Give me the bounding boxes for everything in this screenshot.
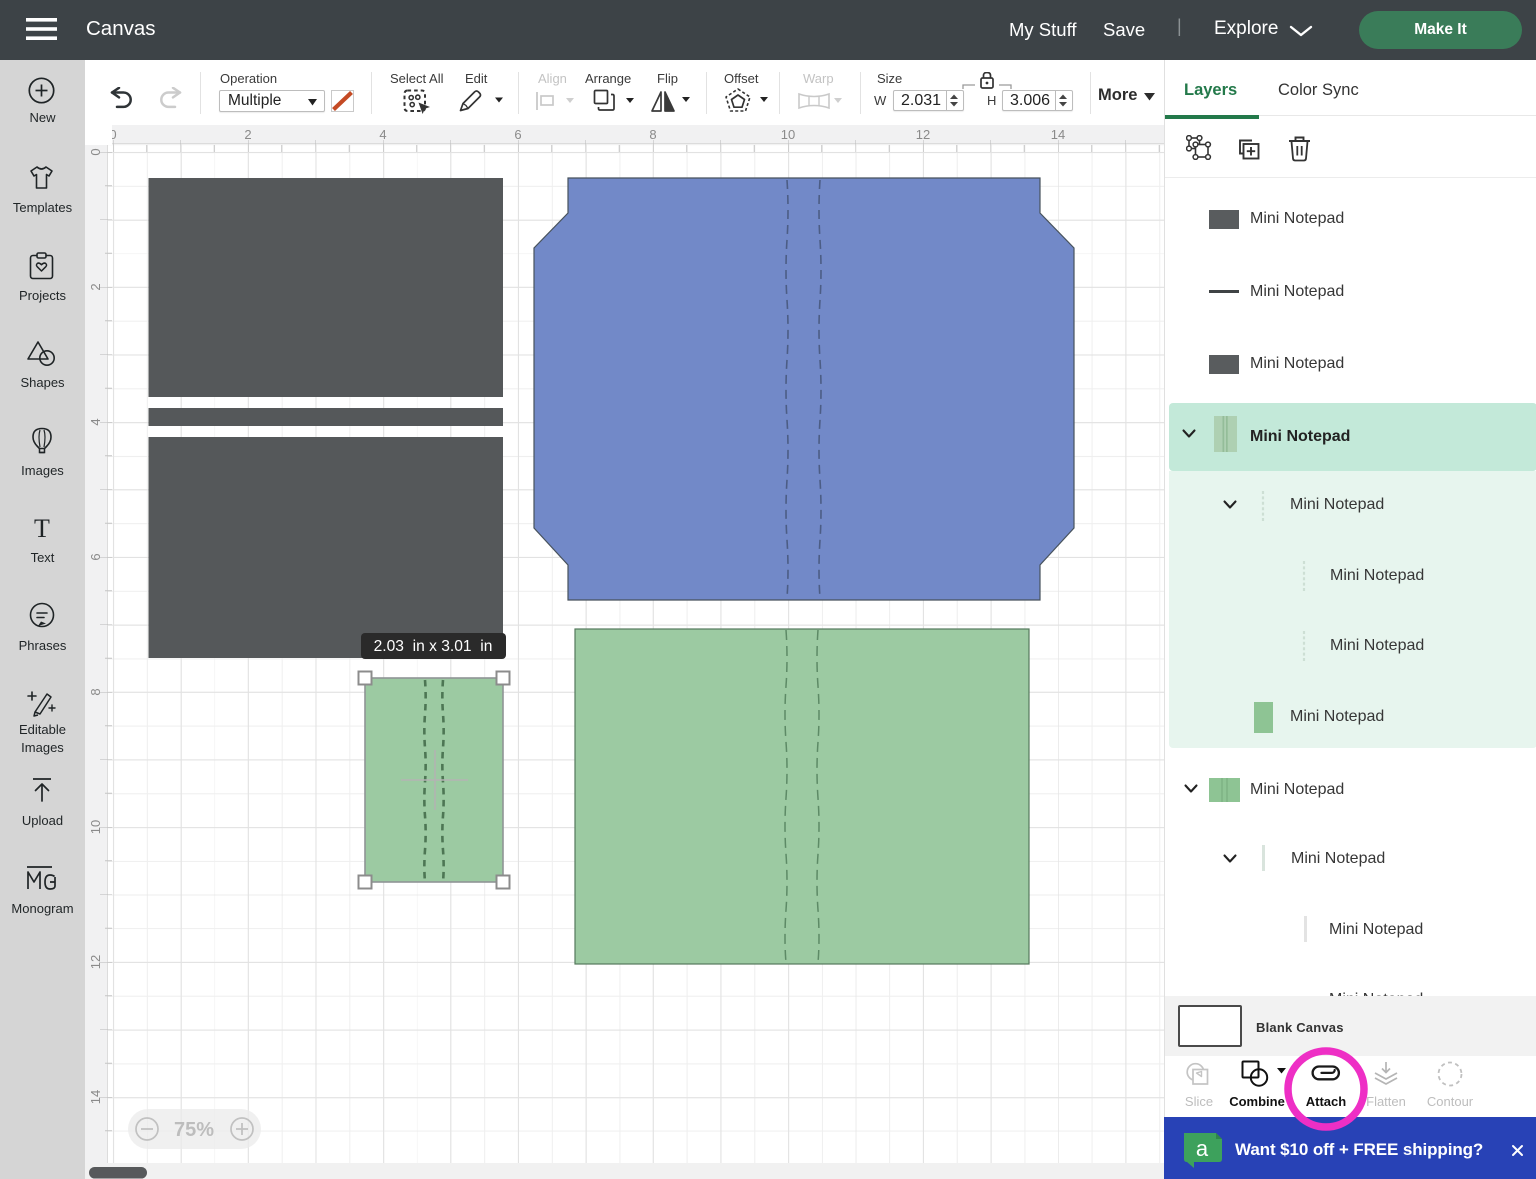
- svg-text:T: T: [34, 515, 50, 541]
- svg-text:75%: 75%: [174, 1119, 214, 1141]
- svg-text:a: a: [1196, 1136, 1209, 1161]
- svg-text:2.03 in x 3.01 in: 2.03 in x 3.01 in: [374, 638, 493, 655]
